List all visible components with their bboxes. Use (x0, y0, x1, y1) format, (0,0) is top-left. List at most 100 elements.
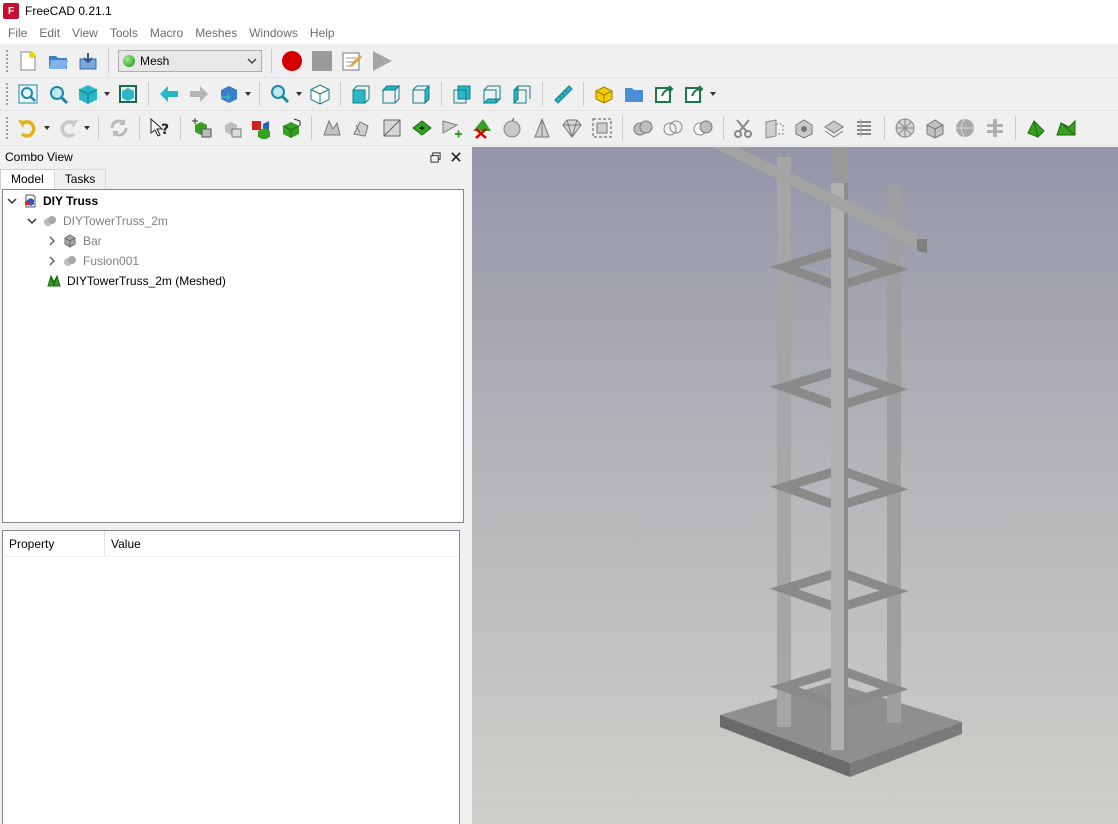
tree-item-fusion001[interactable]: Fusion001 (47, 251, 139, 271)
close-panel-button[interactable] (449, 150, 463, 164)
link-actions-dropdown[interactable] (709, 81, 717, 107)
mesh-harmonize-button[interactable] (349, 115, 375, 141)
fusion-icon (44, 216, 56, 226)
menu-tools[interactable]: Tools (104, 22, 144, 44)
chevron-down-icon[interactable] (7, 196, 17, 206)
view-top-button[interactable] (378, 81, 404, 107)
draw-style-dropdown[interactable] (103, 81, 111, 107)
new-document-button[interactable] (15, 48, 41, 74)
mesh-smoothing-button[interactable] (499, 115, 525, 141)
macro-stop-button[interactable] (309, 48, 335, 74)
mesh-curvature-button[interactable] (952, 115, 978, 141)
menu-macro[interactable]: Macro (144, 22, 189, 44)
create-part-button[interactable] (591, 81, 617, 107)
view-forward-button[interactable] (186, 81, 212, 107)
mesh-flip-normals-button[interactable] (379, 115, 405, 141)
menu-file[interactable]: File (2, 22, 33, 44)
mesh-intersection-button[interactable] (660, 115, 686, 141)
mesh-remesh-button[interactable] (278, 115, 304, 141)
view-rear-button[interactable] (449, 81, 475, 107)
chevron-right-icon[interactable] (47, 236, 57, 246)
bounding-box-button[interactable] (115, 81, 141, 107)
fit-selection-button[interactable] (45, 81, 71, 107)
mesh-difference-button[interactable] (690, 115, 716, 141)
mesh-from-shape-icon (252, 121, 270, 139)
mesh-evaluate-button[interactable] (319, 115, 345, 141)
mesh-segmentation-button[interactable] (892, 115, 918, 141)
mesh-bounding-box-button[interactable] (589, 115, 615, 141)
toolbar-grip[interactable] (5, 48, 9, 73)
menu-edit[interactable]: Edit (33, 22, 66, 44)
value-column-header[interactable]: Value (105, 531, 141, 556)
float-panel-button[interactable] (428, 150, 442, 164)
menu-meshes[interactable]: Meshes (189, 22, 243, 44)
view-left-button[interactable] (509, 81, 535, 107)
toolbar-grip[interactable] (5, 116, 9, 140)
whats-this-button[interactable]: ? (147, 115, 173, 141)
tree-item-bar[interactable]: Bar (47, 231, 102, 251)
view-front-button[interactable] (348, 81, 374, 107)
create-link-button[interactable] (651, 81, 677, 107)
macro-edit-button[interactable] (339, 48, 365, 74)
save-document-button[interactable] (75, 48, 101, 74)
mesh-trim-plane-button[interactable] (791, 115, 817, 141)
tab-model[interactable]: Model (0, 169, 55, 190)
workbench-selector[interactable]: Mesh (118, 49, 262, 72)
mesh-cut-button[interactable] (731, 115, 757, 141)
tree-item-document[interactable]: DIY Truss (7, 191, 98, 211)
chevron-down-icon[interactable] (27, 216, 37, 226)
toolbar-grip[interactable] (5, 82, 9, 106)
navigation-dropdown[interactable] (244, 81, 252, 107)
mesh-split-components-button[interactable] (982, 115, 1008, 141)
mesh-build-regular-solid-button[interactable] (1023, 115, 1049, 141)
new-document-icon (20, 51, 36, 70)
zoom-dropdown[interactable] (295, 81, 303, 107)
undo-dropdown[interactable] (43, 115, 51, 141)
mesh-import-button[interactable] (188, 115, 214, 141)
mesh-from-shape-button[interactable] (248, 115, 274, 141)
mesh-add-facet-button[interactable] (439, 115, 465, 141)
redo-dropdown[interactable] (83, 115, 91, 141)
measure-distance-button[interactable] (550, 81, 576, 107)
mesh-fill-holes-button[interactable] (409, 115, 435, 141)
mesh-section-button[interactable] (821, 115, 847, 141)
mesh-vertex-curvature-button[interactable] (1053, 115, 1079, 141)
view-isometric-button[interactable] (307, 81, 333, 107)
workbench-navigation-button[interactable] (216, 81, 242, 107)
mesh-scale-button[interactable] (559, 115, 585, 141)
create-group-button[interactable] (621, 81, 647, 107)
tree-item-meshed[interactable]: DIYTowerTruss_2m (Meshed) (47, 271, 226, 291)
menu-help[interactable]: Help (304, 22, 341, 44)
refresh-button[interactable] (106, 115, 132, 141)
mesh-union-button[interactable] (630, 115, 656, 141)
view-back-button[interactable] (156, 81, 182, 107)
zoom-button[interactable] (267, 81, 293, 107)
play-icon (373, 50, 392, 71)
chevron-right-icon[interactable] (47, 256, 57, 266)
mesh-segmentation-best-fit-button[interactable] (922, 115, 948, 141)
mesh-decimating-button[interactable] (529, 115, 555, 141)
mesh-trim-button[interactable] (761, 115, 787, 141)
tree-item-tower-truss[interactable]: DIYTowerTruss_2m (27, 211, 168, 231)
undo-button[interactable] (15, 115, 41, 141)
property-column-header[interactable]: Property (3, 531, 105, 556)
view-bottom-button[interactable] (479, 81, 505, 107)
macro-record-button[interactable] (279, 48, 305, 74)
tab-tasks[interactable]: Tasks (53, 169, 107, 189)
view-right-button[interactable] (408, 81, 434, 107)
mesh-remove-components-button[interactable] (469, 115, 495, 141)
chevron-down-icon (247, 58, 257, 64)
menu-windows[interactable]: Windows (243, 22, 304, 44)
menu-view[interactable]: View (66, 22, 104, 44)
mesh-smoothing-icon (503, 117, 521, 138)
fit-all-button[interactable] (15, 81, 41, 107)
3d-view-canvas[interactable] (472, 147, 1118, 824)
link-actions-button[interactable] (681, 81, 707, 107)
draw-style-button[interactable] (75, 81, 101, 107)
mesh-export-button[interactable] (218, 115, 244, 141)
open-document-button[interactable] (45, 48, 71, 74)
redo-button[interactable] (55, 115, 81, 141)
mesh-cross-sections-button[interactable] (851, 115, 877, 141)
view-bottom-icon (482, 85, 502, 104)
macro-run-button[interactable] (369, 48, 395, 74)
